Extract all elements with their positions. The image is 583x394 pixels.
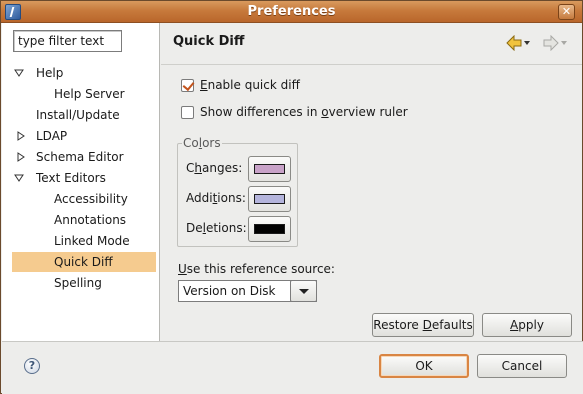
tree-item-help-server[interactable]: Help Server — [2, 84, 159, 104]
dropdown-value: Version on Disk — [183, 284, 276, 298]
back-button[interactable] — [506, 34, 532, 52]
expanded-twisty-icon[interactable] — [14, 68, 24, 78]
reference-source-dropdown[interactable]: Version on Disk — [178, 280, 317, 302]
changes-color-swatch — [254, 164, 285, 174]
cancel-button[interactable]: Cancel — [477, 354, 567, 378]
checkbox-unchecked-icon[interactable] — [181, 106, 194, 119]
tree-item-label: Install/Update — [36, 108, 120, 122]
tree-item-install-update[interactable]: Install/Update — [2, 105, 159, 125]
tree-item-linked-mode[interactable]: Linked Mode — [2, 231, 159, 251]
page-title: Quick Diff — [173, 34, 245, 49]
ok-button[interactable]: OK — [379, 354, 469, 378]
collapsed-twisty-icon[interactable] — [16, 131, 26, 141]
colors-group: Colors Changes: Additions: Deletions: — [177, 136, 298, 247]
help-icon[interactable]: ? — [24, 358, 40, 374]
back-arrow-icon — [506, 34, 530, 52]
tree-item-text-editors[interactable]: Text Editors — [2, 168, 159, 188]
title-bar[interactable]: Preferences ✕ — [1, 1, 582, 23]
tree-item-quick-diff[interactable]: Quick Diff — [12, 252, 156, 272]
tree-item-label: Spelling — [54, 276, 102, 290]
colors-group-label: Colors — [182, 136, 222, 150]
deletions-label: Deletions: — [186, 221, 247, 235]
checkbox-label: Enable quick diff — [200, 78, 300, 92]
tree-item-spelling[interactable]: Spelling — [2, 273, 159, 293]
forward-arrow-icon — [543, 34, 567, 52]
tree-item-label: Help — [36, 66, 64, 80]
tree-item-schema-editor[interactable]: Schema Editor — [2, 147, 159, 167]
deletions-color-button[interactable] — [248, 216, 291, 242]
filter-input[interactable] — [13, 30, 122, 52]
tree-item-label: Help Server — [54, 87, 125, 101]
reference-source-label: Use this reference source: — [178, 262, 335, 276]
apply-button[interactable]: Apply — [482, 313, 572, 337]
window-title: Preferences — [247, 4, 336, 19]
checkbox-label: Show differences in overview ruler — [200, 105, 408, 119]
dialog-button-bar: ? OK Cancel — [2, 342, 583, 394]
tree-item-annotations[interactable]: Annotations — [2, 210, 159, 230]
tree-item-accessibility[interactable]: Accessibility — [2, 189, 159, 209]
additions-color-button[interactable] — [248, 186, 291, 212]
collapsed-twisty-icon[interactable] — [16, 152, 26, 162]
tree-item-label: Accessibility — [54, 192, 128, 206]
tree-item-label: Text Editors — [36, 171, 106, 185]
dropdown-arrow-icon[interactable] — [290, 280, 317, 302]
tree-item-label: LDAP — [36, 129, 68, 143]
restore-defaults-button[interactable]: Restore Defaults — [372, 313, 474, 337]
tree-item-ldap[interactable]: LDAP — [2, 126, 159, 146]
deletions-color-swatch — [254, 224, 285, 234]
tree-item-label: Annotations — [54, 213, 127, 227]
preference-page: Quick Diff Enable quick diff Show differ… — [161, 23, 582, 341]
close-button[interactable]: ✕ — [558, 4, 575, 20]
additions-color-swatch — [254, 194, 285, 204]
checkbox-checked-icon[interactable] — [181, 79, 194, 92]
tree-item-help[interactable]: Help — [2, 63, 159, 83]
tree-item-label: Linked Mode — [54, 234, 130, 248]
expanded-twisty-icon[interactable] — [14, 173, 24, 183]
page-header: Quick Diff — [161, 23, 582, 65]
tree-item-label: Quick Diff — [54, 255, 113, 269]
forward-button[interactable] — [543, 34, 569, 52]
tree-item-label: Schema Editor — [36, 150, 124, 164]
additions-label: Additions: — [186, 191, 246, 205]
changes-label: Changes: — [186, 161, 243, 175]
preferences-window: Preferences ✕ Help Help Server Install/U… — [0, 0, 583, 394]
changes-color-button[interactable] — [248, 156, 291, 182]
preference-tree-panel: Help Help Server Install/Update LDAP Sch… — [2, 23, 160, 341]
